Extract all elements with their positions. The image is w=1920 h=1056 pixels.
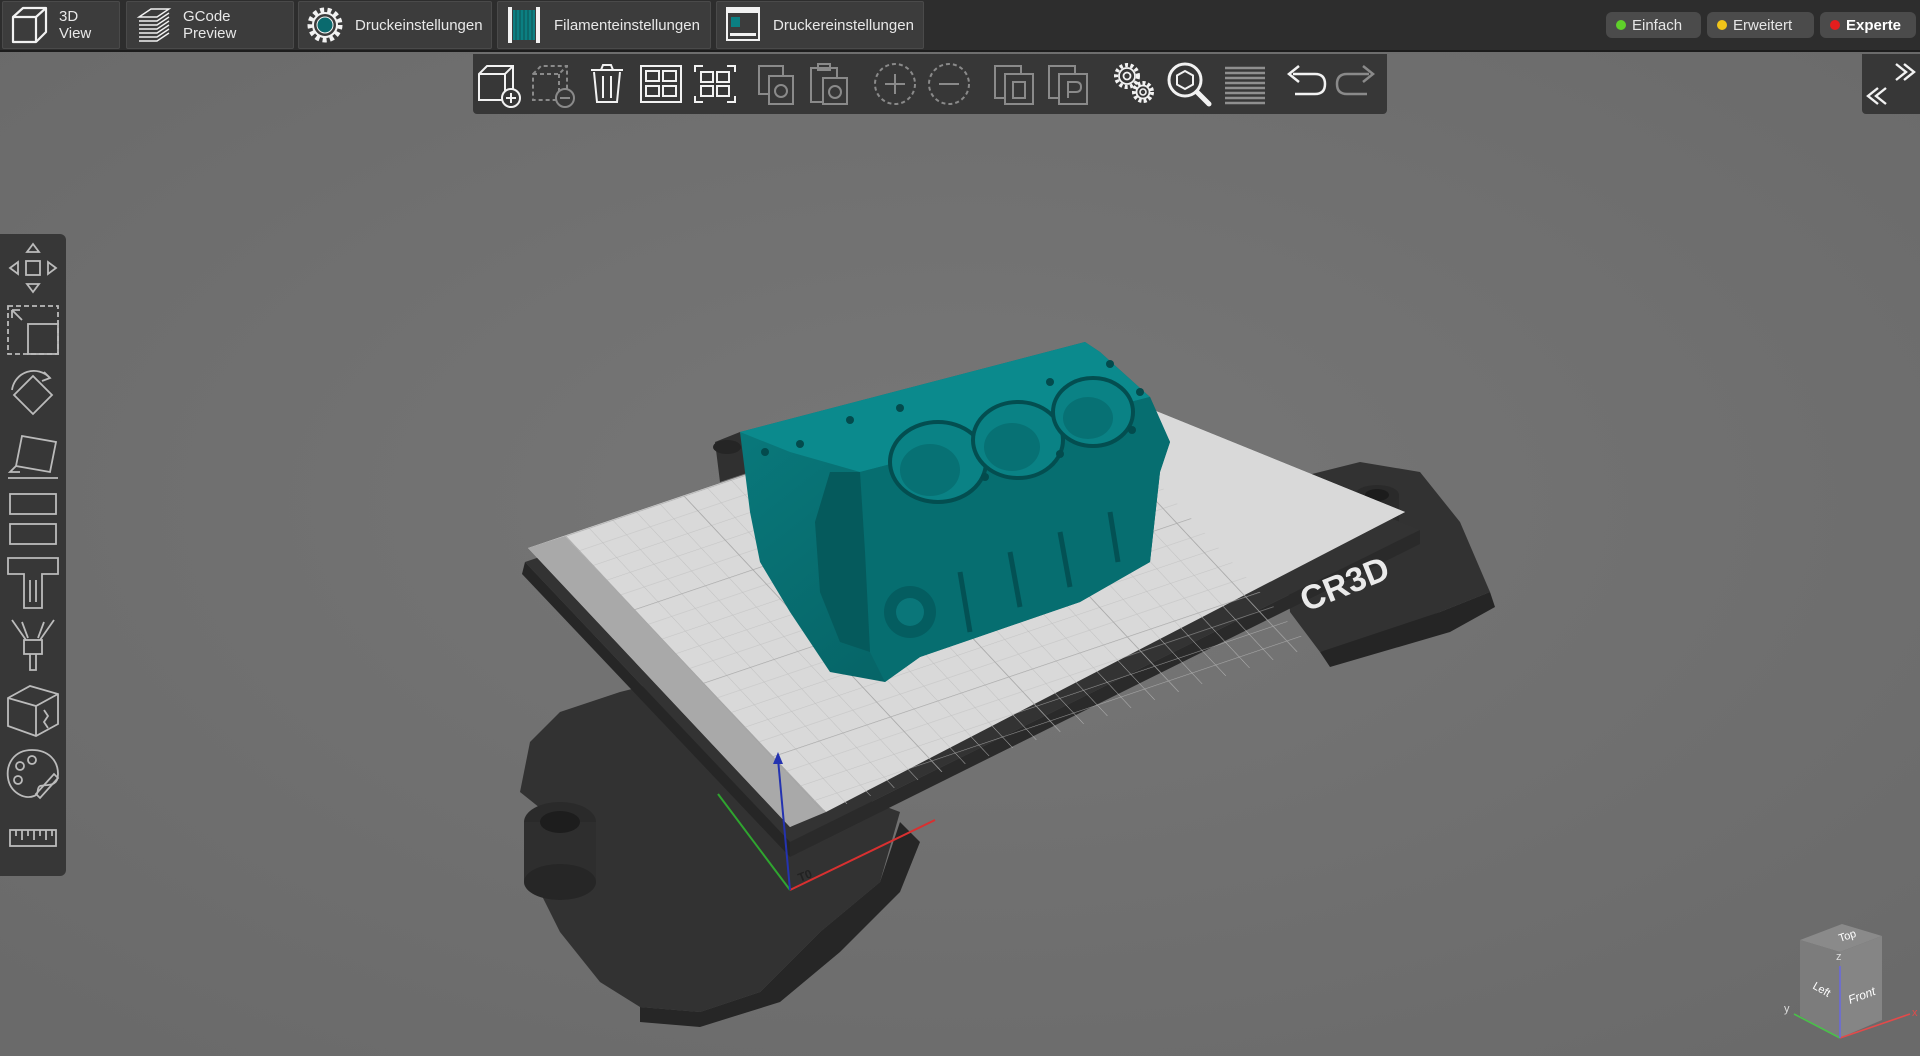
add-object-icon — [478, 65, 521, 108]
layer-editing-icon — [1225, 66, 1265, 105]
remove-instance-button[interactable] — [923, 58, 975, 110]
arrange-icon — [640, 65, 682, 103]
split-objects-icon — [994, 65, 1034, 105]
arrange-button[interactable] — [635, 58, 687, 110]
mode-erweitert-button[interactable]: Erweitert — [1707, 12, 1814, 38]
search-icon — [1167, 62, 1212, 107]
multimaterial-painting-tool[interactable] — [2, 744, 64, 804]
scale-tool[interactable] — [2, 300, 64, 360]
filament-spool-icon — [508, 7, 540, 43]
mode-einfach-button[interactable]: Einfach — [1606, 12, 1701, 38]
gear-icon — [307, 7, 343, 43]
delete-object-icon — [532, 65, 575, 108]
paste-icon — [810, 63, 848, 105]
tab-3d-view[interactable]: 3D View — [2, 1, 120, 49]
mode-label: Erweitert — [1733, 16, 1793, 34]
top-tab-bar: 3D View GCode Preview Druckeinstellungen — [0, 0, 1920, 52]
rotate-tool[interactable] — [2, 364, 64, 424]
trash-icon — [591, 64, 623, 103]
axis-y-label: y — [1784, 1003, 1790, 1015]
layer-editing-button[interactable] — [1219, 58, 1271, 110]
printer-icon — [726, 7, 760, 41]
add-instance-button[interactable] — [869, 58, 921, 110]
hollow-icon — [7, 685, 59, 737]
main-toolbar — [473, 54, 1387, 114]
tab-gcode-preview[interactable]: GCode Preview — [126, 1, 294, 49]
delete-all-button[interactable] — [581, 58, 633, 110]
search-button[interactable] — [1163, 58, 1215, 110]
remove-instance-icon — [928, 63, 970, 105]
place-on-face-icon — [7, 434, 58, 479]
gizmo-toolbar — [0, 234, 66, 876]
tab-druckeinstellungen[interactable]: Druckeinstellungen — [298, 1, 492, 49]
axis-x-label: x — [1912, 1007, 1918, 1019]
multimaterial-painting-icon — [6, 749, 60, 800]
tab-label: GCode Preview — [183, 8, 237, 42]
paste-button[interactable] — [803, 58, 855, 110]
tab-label: Druckeinstellungen — [355, 16, 483, 34]
axis-z-label: z — [1836, 951, 1842, 963]
mode-experte-button[interactable]: Experte — [1820, 12, 1916, 38]
tab-druckereinstellungen[interactable]: Druckereinstellungen — [716, 1, 924, 49]
place-on-face-tool[interactable] — [2, 426, 64, 486]
seam-painting-icon — [11, 619, 55, 671]
arrange-selection-button[interactable] — [689, 58, 741, 110]
delete-object-button[interactable] — [527, 58, 579, 110]
support-painting-icon — [7, 557, 59, 609]
double-chevron-icon — [1866, 63, 1916, 105]
redo-icon — [1335, 65, 1376, 96]
mode-label: Experte — [1846, 16, 1902, 34]
tab-filamenteinstellungen[interactable]: Filamenteinstellungen — [497, 1, 711, 49]
3d-viewport[interactable]: CR3D T0 — [0, 52, 1920, 1056]
rotate-icon — [11, 370, 54, 416]
view-navigation-cube[interactable]: Top Left Front x y z — [1770, 912, 1920, 1056]
seam-painting-tool[interactable] — [2, 614, 64, 674]
cube-outline-icon — [11, 6, 48, 44]
mode-indicator-icon — [1717, 20, 1727, 30]
scale-icon — [7, 305, 59, 355]
split-objects-button[interactable] — [989, 58, 1041, 110]
variable-layer-height-button[interactable] — [1109, 58, 1161, 110]
hollow-tool[interactable] — [2, 680, 64, 740]
tab-label: Filamenteinstellungen — [554, 16, 700, 34]
move-icon — [8, 242, 58, 294]
mode-indicator-icon — [1616, 20, 1626, 30]
tab-label: Druckereinstellungen — [773, 16, 914, 34]
move-tool[interactable] — [2, 238, 64, 298]
add-object-button[interactable] — [473, 58, 525, 110]
redo-button[interactable] — [1331, 58, 1383, 110]
cut-icon — [9, 493, 57, 545]
split-parts-icon — [1048, 65, 1088, 105]
mode-indicator-icon — [1830, 20, 1840, 30]
tab-label: 3D View — [59, 8, 92, 42]
measure-tool[interactable] — [2, 808, 64, 868]
collapse-sidebar-button[interactable] — [1862, 54, 1920, 114]
split-to-parts-icon — [694, 65, 736, 103]
variable-layer-height-icon — [1114, 63, 1154, 103]
cut-tool[interactable] — [2, 488, 64, 548]
copy-button[interactable] — [751, 58, 803, 110]
copy-icon — [758, 65, 794, 105]
layers-stack-icon — [136, 8, 172, 42]
measure-icon — [9, 829, 57, 847]
split-parts-button[interactable] — [1043, 58, 1095, 110]
mode-label: Einfach — [1632, 16, 1683, 34]
support-painting-tool[interactable] — [2, 552, 64, 612]
undo-button[interactable] — [1279, 58, 1331, 110]
undo-icon — [1286, 65, 1327, 96]
add-instance-icon — [874, 63, 916, 105]
